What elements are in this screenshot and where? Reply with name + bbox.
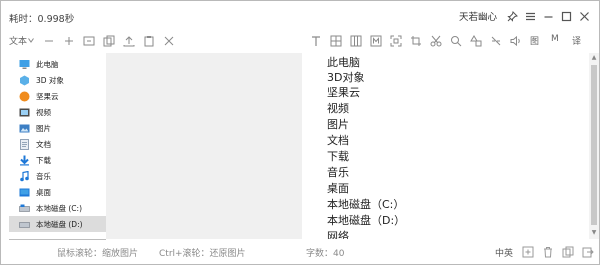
sidebar-item-this-pc: 此电脑 <box>9 56 106 72</box>
desktop-icon <box>19 188 30 196</box>
ctrl-scroll-hint: Ctrl+滚轮：还原图片 <box>159 249 246 259</box>
result-line: 本地磁盘（C:） <box>327 198 405 211</box>
scroll-thumb[interactable] <box>591 65 597 225</box>
result-line: 下载 <box>327 150 349 163</box>
image-preview-area[interactable] <box>106 53 302 239</box>
merge-icon[interactable] <box>81 33 97 49</box>
sidebar-item-videos: 视频 <box>9 104 106 120</box>
result-line: 网络 <box>327 230 349 239</box>
m-box-icon[interactable] <box>368 33 384 49</box>
export-icon[interactable] <box>581 245 594 258</box>
ocr-window: 耗时：0.998秒 天若幽心 文本 图 M 译 此电脑 3D 对象 坚果云 视频… <box>0 0 600 265</box>
text-mode-label[interactable]: 文本 <box>9 34 27 47</box>
pictures-folder-icon <box>19 124 30 132</box>
3d-objects-icon <box>20 75 29 85</box>
computer-icon <box>19 59 30 69</box>
screenshot-frame-icon[interactable] <box>388 33 404 49</box>
copy-icon[interactable] <box>101 33 117 49</box>
minus-icon[interactable] <box>41 33 57 49</box>
downloads-icon <box>20 155 29 165</box>
vertical-scrollbar[interactable]: ▲ ▼ <box>589 53 599 239</box>
toolbar: 文本 图 M 译 <box>1 31 599 51</box>
result-line: 坚果云 <box>327 86 360 99</box>
result-line: 此电脑 <box>327 56 360 69</box>
result-line: 桌面 <box>327 182 349 195</box>
video-folder-icon <box>19 108 30 116</box>
sidebar-item-drive-d: 本地磁盘 (D:) <box>9 216 106 232</box>
sidebar-item-downloads: 下载 <box>9 152 106 168</box>
title-controls: 天若幽心 <box>459 7 593 25</box>
copy-result-icon[interactable] <box>561 245 574 258</box>
pin-icon[interactable] <box>503 7 521 25</box>
language-toggle[interactable]: 中英 <box>495 246 513 259</box>
translate-label[interactable]: 译 <box>572 34 581 47</box>
scissors-icon[interactable] <box>428 33 444 49</box>
sidebar-item-desktop: 桌面 <box>9 184 106 200</box>
paste-icon[interactable] <box>141 33 157 49</box>
nav-pane: 此电脑 3D 对象 坚果云 视频 图片 文档 下载 音乐 桌面 本地磁盘 (C:… <box>9 53 106 239</box>
ocr-result-text[interactable]: 此电脑 3D对象 坚果云 视频 图片 文档 下载 音乐 桌面 本地磁盘（C:） … <box>302 53 589 239</box>
crop-icon[interactable] <box>408 33 424 49</box>
image-mode-label[interactable]: 图 <box>530 34 539 47</box>
sidebar-item-music: 音乐 <box>9 168 106 184</box>
columns-icon[interactable] <box>348 33 364 49</box>
title-bar: 耗时：0.998秒 天若幽心 <box>1 1 599 31</box>
close-button[interactable] <box>575 7 593 25</box>
m-mode-label[interactable]: M <box>551 34 559 44</box>
result-line: 图片 <box>327 118 349 131</box>
result-line: 本地磁盘（D:） <box>327 214 406 227</box>
music-icon <box>20 170 29 181</box>
maximize-button[interactable] <box>557 7 575 25</box>
scroll-down-icon[interactable]: ▼ <box>591 230 597 236</box>
sidebar-item-nutstore: 坚果云 <box>9 88 106 104</box>
result-line: 文档 <box>327 134 349 147</box>
shapes-icon[interactable] <box>468 33 484 49</box>
chevron-down-icon[interactable] <box>28 38 34 43</box>
menu-icon[interactable] <box>521 7 539 25</box>
drive-icon <box>19 204 30 212</box>
drive-icon <box>19 221 30 228</box>
minimize-button[interactable] <box>539 7 557 25</box>
plus-icon[interactable] <box>61 33 77 49</box>
sidebar-item-documents: 文档 <box>9 136 106 152</box>
nutstore-icon <box>19 91 30 101</box>
delete-icon[interactable] <box>541 245 554 258</box>
scroll-zoom-hint: 鼠标滚轮：缩放图片 <box>57 249 139 259</box>
sidebar-item-3d-objects: 3D 对象 <box>9 72 106 88</box>
speaker-icon[interactable] <box>508 33 524 49</box>
status-bar: 鼠标滚轮：缩放图片 Ctrl+滚轮：还原图片 字数：40 中英 <box>1 240 599 264</box>
result-line: 视频 <box>327 102 349 115</box>
app-name: 天若幽心 <box>458 12 497 23</box>
upload-icon[interactable] <box>121 33 137 49</box>
text-format-icon[interactable] <box>308 33 324 49</box>
elapsed-time: 耗时：0.998秒 <box>9 14 75 25</box>
result-line: 3D对象 <box>327 71 365 84</box>
documents-folder-icon <box>20 138 29 150</box>
sidebar-item-pictures: 图片 <box>9 120 106 136</box>
table-icon[interactable] <box>328 33 344 49</box>
clear-icon[interactable] <box>161 33 177 49</box>
split-icon[interactable] <box>488 33 504 49</box>
scroll-up-icon[interactable]: ▲ <box>591 55 597 61</box>
char-count: 字数：40 <box>306 249 345 259</box>
add-icon[interactable] <box>521 245 534 258</box>
sidebar-item-drive-c: 本地磁盘 (C:) <box>9 200 106 216</box>
search-icon[interactable] <box>448 33 464 49</box>
result-line: 音乐 <box>327 166 349 179</box>
